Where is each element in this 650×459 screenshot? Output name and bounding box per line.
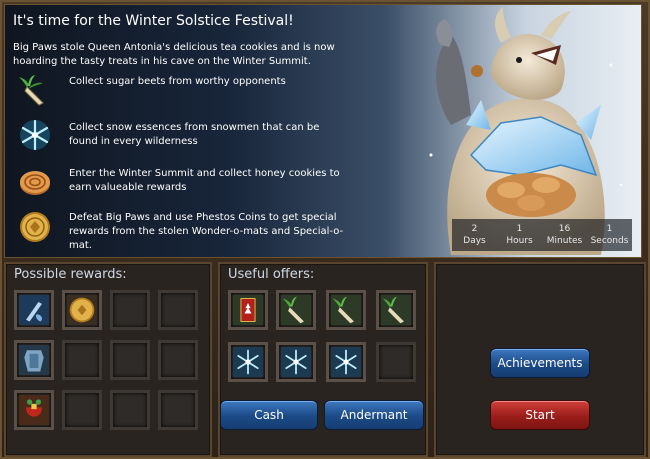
useful-offers-title: Useful offers: xyxy=(228,267,315,282)
reward-slot-empty xyxy=(62,390,102,430)
blue-armor-icon xyxy=(19,345,49,375)
offer-slot[interactable] xyxy=(228,342,268,382)
cash-button[interactable]: Cash xyxy=(220,400,318,430)
phestos-coin-icon xyxy=(20,212,50,242)
actions-panel: Achievements Start xyxy=(434,262,646,457)
start-button[interactable]: Start xyxy=(490,400,590,430)
offer-slot[interactable] xyxy=(326,342,366,382)
timer-days-value: 2 xyxy=(471,224,478,234)
reward-slot-empty xyxy=(110,340,150,380)
sugar-beet-icon xyxy=(381,295,411,325)
event-intro: Big Paws stole Queen Antonia's delicious… xyxy=(13,42,335,67)
timer-hours-value: 1 xyxy=(516,224,523,234)
sugar-beet-icon xyxy=(281,295,311,325)
timer-days-label: Days xyxy=(463,236,486,246)
task-text: Defeat Big Paws and use Phestos Coins to… xyxy=(69,212,344,251)
task-honey-cookies: Enter the Winter Summit and collect hone… xyxy=(13,163,343,201)
task-phestos-coins: Defeat Big Paws and use Phestos Coins to… xyxy=(13,209,343,251)
timer-minutes-label: Minutes xyxy=(546,236,583,246)
possible-rewards-panel: Possible rewards: xyxy=(4,262,212,457)
sugar-beet-icon xyxy=(19,75,44,106)
task-text: Enter the Winter Summit and collect hone… xyxy=(69,168,340,193)
snow-essence-icon xyxy=(281,347,311,377)
reward-slot[interactable] xyxy=(14,340,54,380)
useful-offers-panel: Useful offers: Cash Andermant xyxy=(218,262,428,457)
reward-slot[interactable] xyxy=(14,390,54,430)
offer-slot-empty xyxy=(376,342,416,382)
timer-hours-label: Hours xyxy=(506,236,533,246)
snow-essence-icon xyxy=(20,119,50,151)
honey-cookie-icon xyxy=(20,171,50,195)
reward-slot-empty xyxy=(158,340,198,380)
task-text: Collect snow essences from snowmen that … xyxy=(69,122,320,147)
timer-seconds-value: 1 xyxy=(606,224,613,234)
snow-essence-icon xyxy=(233,347,263,377)
reward-slot[interactable] xyxy=(62,290,102,330)
task-sugar-beets: Collect sugar beets from worthy opponent… xyxy=(13,73,343,111)
task-text: Collect sugar beets from worthy opponent… xyxy=(69,76,286,87)
timer-seconds: 1 Seconds xyxy=(587,219,632,251)
gift-sack-icon xyxy=(19,395,49,425)
offer-slot[interactable] xyxy=(376,290,416,330)
reward-slot-empty xyxy=(110,390,150,430)
reward-slot-empty xyxy=(110,290,150,330)
timer-days: 2 Days xyxy=(452,219,497,251)
timer-seconds-label: Seconds xyxy=(590,236,629,246)
offer-slot[interactable] xyxy=(276,290,316,330)
timer-hours: 1 Hours xyxy=(497,219,542,251)
offer-slot[interactable] xyxy=(228,290,268,330)
reward-slot[interactable] xyxy=(14,290,54,330)
sugar-beet-icon xyxy=(331,295,361,325)
possible-rewards-title: Possible rewards: xyxy=(14,267,127,282)
red-banner-icon xyxy=(233,295,263,325)
timer-minutes: 16 Minutes xyxy=(542,219,587,251)
event-countdown: 2 Days 1 Hours 16 Minutes 1 Seconds xyxy=(452,219,632,251)
blue-tools-icon xyxy=(19,295,49,325)
task-snow-essences: Collect snow essences from snowmen that … xyxy=(13,117,343,155)
reward-slot-empty xyxy=(62,340,102,380)
timer-minutes-value: 16 xyxy=(558,224,571,234)
reward-slot-empty xyxy=(158,290,198,330)
offer-slot[interactable] xyxy=(276,342,316,382)
offer-slot[interactable] xyxy=(326,290,366,330)
snow-essence-icon xyxy=(331,347,361,377)
achievements-button[interactable]: Achievements xyxy=(490,348,590,378)
andermant-button[interactable]: Andermant xyxy=(324,400,424,430)
phestos-coin-icon xyxy=(67,295,97,325)
event-title: It's time for the Winter Solstice Festiv… xyxy=(13,13,294,29)
reward-slot-empty xyxy=(158,390,198,430)
